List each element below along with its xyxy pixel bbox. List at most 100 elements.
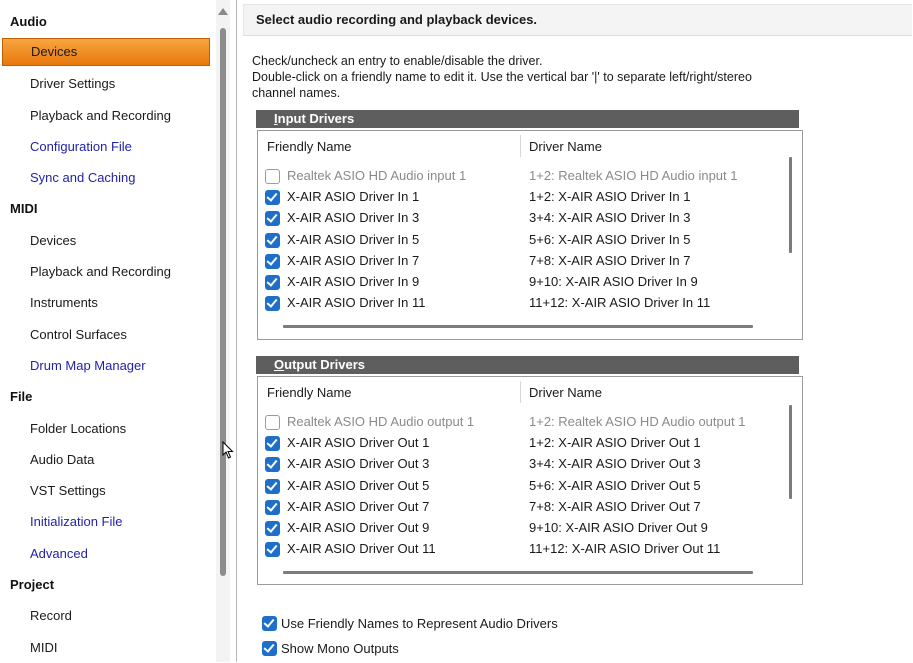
output-driver-checkbox[interactable] (265, 457, 280, 473)
sidebar-scroll-thumb[interactable] (220, 28, 226, 576)
input-col-driver-name[interactable]: Driver Name (529, 139, 602, 154)
output-friendly-name-cell[interactable]: X-AIR ASIO Driver Out 9 (287, 520, 429, 535)
output-friendly-name-cell[interactable]: X-AIR ASIO Driver Out 1 (287, 435, 429, 450)
output-driver-name-cell: 1+2: X-AIR ASIO Driver Out 1 (529, 435, 701, 451)
output-driver-name-cell: 3+4: X-AIR ASIO Driver Out 3 (529, 456, 701, 472)
sidebar-item-file-folder-locations[interactable]: Folder Locations (0, 413, 212, 444)
sidebar-item-midi-control-surfaces[interactable]: Control Surfaces (0, 319, 212, 350)
output-friendly-name-cell[interactable]: X-AIR ASIO Driver Out 11 (287, 541, 436, 556)
sidebar-item-file-audio-data[interactable]: Audio Data (0, 444, 212, 475)
output-driver-row[interactable]: X-AIR ASIO Driver Out 1 1+2: X-AIR ASIO D… (258, 434, 778, 455)
input-driver-row[interactable]: Realtek ASIO HD Audio input 1 1+2: Realte… (258, 167, 778, 188)
input-driver-row[interactable]: X-AIR ASIO Driver In 3 3+4: X-AIR ASIO Dr… (258, 209, 778, 230)
input-driver-row[interactable]: X-AIR ASIO Driver In 11 11+12: X-AIR ASIO… (258, 294, 778, 315)
sidebar-item-file-initialization-file[interactable]: Initialization File (0, 506, 212, 537)
output-driver-row[interactable]: X-AIR ASIO Driver Out 9 9+10: X-AIR ASIO … (258, 519, 778, 540)
show-mono-outputs-label[interactable]: Show Mono Outputs (281, 641, 399, 656)
input-driver-checkbox[interactable] (265, 275, 280, 290)
output-driver-checkbox[interactable] (265, 436, 280, 452)
output-driver-checkbox[interactable] (265, 415, 280, 430)
sidebar-item-midi-playback-and-recording[interactable]: Playback and Recording (0, 256, 212, 287)
output-friendly-name-cell[interactable]: X-AIR ASIO Driver Out 5 (287, 478, 429, 493)
input-friendly-name-cell[interactable]: X-AIR ASIO Driver In 3 (287, 210, 419, 225)
output-col-friendly-name[interactable]: Friendly Name (267, 385, 352, 400)
use-friendly-names-checkbox[interactable] (262, 616, 277, 631)
sidebar-section-file[interactable]: File (0, 381, 212, 412)
input-friendly-name-cell[interactable]: Realtek ASIO HD Audio input 1 (287, 168, 466, 183)
sidebar-section-audio[interactable]: Audio (0, 6, 212, 37)
sidebar-item-project-record[interactable]: Record (0, 600, 212, 631)
sidebar-item-file-advanced[interactable]: Advanced (0, 538, 212, 569)
output-driver-checkbox[interactable] (265, 478, 280, 494)
instructions-text: Check/uncheck an entry to enable/disable… (252, 53, 812, 101)
output-col-driver-name[interactable]: Driver Name (529, 385, 602, 400)
instructions-line-1: Check/uncheck an entry to enable/disable… (252, 54, 543, 68)
input-drivers-header: Input Drivers (256, 110, 799, 128)
output-driver-name-cell: 7+8: X-AIR ASIO Driver Out 7 (529, 498, 701, 514)
input-driver-checkbox[interactable] (265, 296, 280, 312)
input-driver-checkbox[interactable] (265, 190, 280, 206)
output-driver-row[interactable]: X-AIR ASIO Driver Out 5 5+6: X-AIR ASIO D… (258, 477, 778, 498)
sidebar-item-midi-devices[interactable]: Devices (0, 225, 212, 256)
input-col-friendly-name[interactable]: Friendly Name (267, 139, 352, 154)
input-list-horizontal-scrollbar[interactable] (283, 325, 753, 328)
sidebar-item-audio-devices[interactable]: Devices (2, 38, 210, 67)
output-drivers-list[interactable]: Friendly Name Driver Name Realtek ASIO H… (257, 376, 803, 585)
sidebar-item-audio-configuration-file[interactable]: Configuration File (0, 131, 212, 162)
sidebar-item-project-midi[interactable]: MIDI (0, 632, 212, 663)
input-friendly-name-cell[interactable]: X-AIR ASIO Driver In 11 (287, 295, 425, 310)
show-mono-outputs-checkbox[interactable] (262, 641, 277, 656)
output-driver-checkbox[interactable] (265, 499, 280, 515)
input-driver-checkbox[interactable] (265, 169, 280, 184)
sidebar-section-project[interactable]: Project (0, 569, 212, 600)
input-driver-name-cell: 1+2: X-AIR ASIO Driver In 1 (529, 189, 691, 205)
page-header: Select audio recording and playback devi… (243, 4, 912, 36)
input-driver-row[interactable]: X-AIR ASIO Driver In 5 5+6: X-AIR ASIO Dr… (258, 231, 778, 252)
input-friendly-name-cell[interactable]: X-AIR ASIO Driver In 9 (287, 274, 419, 289)
sidebar-tree: Audio Devices Driver Settings Playback and … (0, 6, 212, 663)
sidebar-item-file-vst-settings[interactable]: VST Settings (0, 475, 212, 506)
sidebar-item-midi-drum-map-manager[interactable]: Drum Map Manager (0, 350, 212, 381)
output-list-horizontal-scrollbar[interactable] (283, 571, 753, 574)
input-driver-row[interactable]: X-AIR ASIO Driver In 1 1+2: X-AIR ASIO Dr… (258, 188, 778, 209)
output-friendly-name-cell[interactable]: X-AIR ASIO Driver Out 7 (287, 499, 429, 514)
output-driver-name-cell: 11+12: X-AIR ASIO Driver Out 11 (529, 541, 721, 557)
output-driver-row[interactable]: X-AIR ASIO Driver Out 3 3+4: X-AIR ASIO D… (258, 455, 778, 476)
input-driver-name-cell: 11+12: X-AIR ASIO Driver In 11 (529, 295, 711, 311)
input-drivers-title: Input Drivers (274, 111, 355, 126)
input-friendly-name-cell[interactable]: X-AIR ASIO Driver In 1 (287, 189, 419, 204)
input-driver-checkbox[interactable] (265, 232, 280, 248)
sidebar-item-midi-instruments[interactable]: Instruments (0, 287, 212, 318)
sidebar-item-audio-playback-and-recording[interactable]: Playback and Recording (0, 100, 212, 131)
input-col-separator[interactable] (520, 135, 521, 157)
output-list-vertical-scrollbar[interactable] (789, 405, 792, 499)
main-panel: Select audio recording and playback devi… (241, 0, 913, 662)
input-driver-checkbox[interactable] (265, 253, 280, 269)
output-col-separator[interactable] (520, 381, 521, 403)
output-driver-checkbox[interactable] (265, 542, 280, 558)
sidebar-scrollbar[interactable] (216, 0, 230, 662)
output-driver-checkbox[interactable] (265, 521, 280, 536)
output-friendly-name-cell[interactable]: X-AIR ASIO Driver Out 3 (287, 456, 429, 471)
input-driver-name-cell: 1+2: Realtek ASIO HD Audio input 1 (529, 168, 738, 183)
output-driver-row[interactable]: X-AIR ASIO Driver Out 11 11+12: X-AIR ASI… (258, 540, 778, 561)
output-drivers-title: Output Drivers (274, 357, 366, 372)
input-driver-name-cell: 5+6: X-AIR ASIO Driver In 5 (529, 231, 691, 247)
input-friendly-name-cell[interactable]: X-AIR ASIO Driver In 5 (287, 232, 419, 247)
sidebar-divider (236, 0, 237, 662)
sidebar-item-audio-driver-settings[interactable]: Driver Settings (0, 68, 212, 99)
scroll-up-arrow-icon[interactable] (218, 8, 228, 15)
input-driver-row[interactable]: X-AIR ASIO Driver In 9 9+10: X-AIR ASIO D… (258, 273, 778, 294)
instructions-line-3: channel names. (252, 86, 341, 100)
input-driver-checkbox[interactable] (265, 211, 280, 227)
output-friendly-name-cell[interactable]: Realtek ASIO HD Audio output 1 (287, 414, 474, 429)
input-driver-row[interactable]: X-AIR ASIO Driver In 7 7+8: X-AIR ASIO Dr… (258, 252, 778, 273)
sidebar-item-audio-sync-and-caching[interactable]: Sync and Caching (0, 162, 212, 193)
sidebar-section-midi[interactable]: MIDI (0, 193, 212, 224)
input-list-vertical-scrollbar[interactable] (789, 157, 792, 253)
output-driver-row[interactable]: X-AIR ASIO Driver Out 7 7+8: X-AIR ASIO D… (258, 498, 778, 519)
input-drivers-list[interactable]: Friendly Name Driver Name Realtek ASIO H… (257, 130, 803, 340)
input-friendly-name-cell[interactable]: X-AIR ASIO Driver In 7 (287, 253, 419, 268)
output-driver-row[interactable]: Realtek ASIO HD Audio output 1 1+2: Realt… (258, 413, 778, 434)
use-friendly-names-label[interactable]: Use Friendly Names to Represent Audio Dr… (281, 616, 558, 631)
